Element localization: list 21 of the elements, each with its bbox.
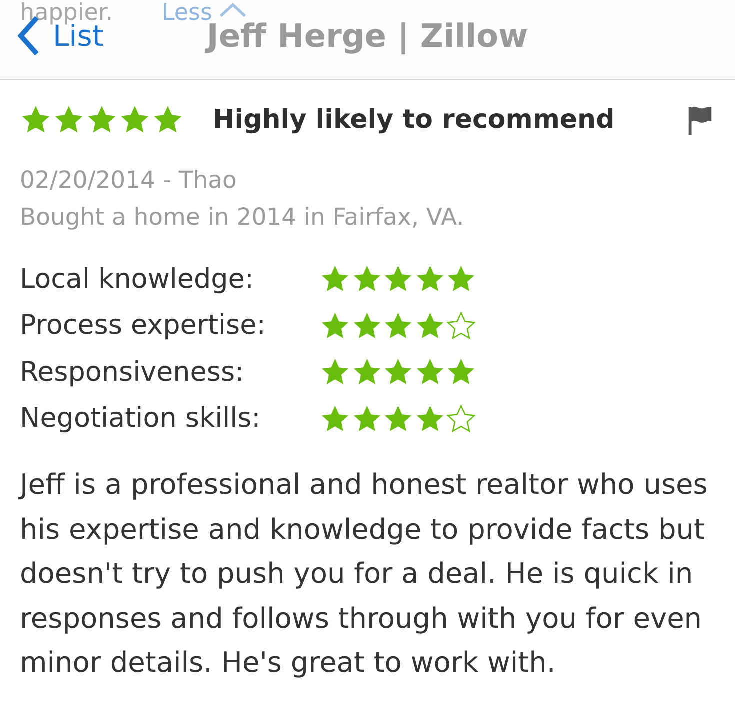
rating-label: Responsiveness:	[20, 356, 246, 388]
star-icon	[414, 404, 445, 434]
rating-label: Negotiation skills:	[20, 403, 262, 434]
review-headline: Highly likely to recommend	[213, 105, 615, 135]
star-icon	[383, 310, 414, 341]
rating-label: Process expertise:	[20, 310, 267, 342]
star-icon	[383, 404, 414, 434]
review-text: Jeff is a professional and honest realtor who uses his expertise and knowledge to provide facts but doesn't try to push you for a deal. He is quick in responses and follows through with you for even minor details. He's great to work with.	[20, 467, 709, 681]
star-icon	[352, 310, 382, 341]
star-outline-icon	[446, 310, 476, 341]
review-date-author: 02/20/2014 - Thao	[20, 165, 238, 196]
scrolled-text: happier.	[20, 0, 114, 26]
star-icon	[320, 310, 350, 341]
star-icon	[320, 404, 350, 434]
purchase-info: Bought a home in 2014 in Fairfax, VA.	[20, 202, 466, 233]
chevron-up-icon	[218, 3, 247, 18]
star-outline-icon	[446, 404, 476, 434]
flag-icon[interactable]	[687, 104, 713, 136]
star-icon	[352, 404, 382, 434]
star-icon	[414, 310, 445, 341]
rating-label: Local knowledge:	[20, 264, 256, 295]
